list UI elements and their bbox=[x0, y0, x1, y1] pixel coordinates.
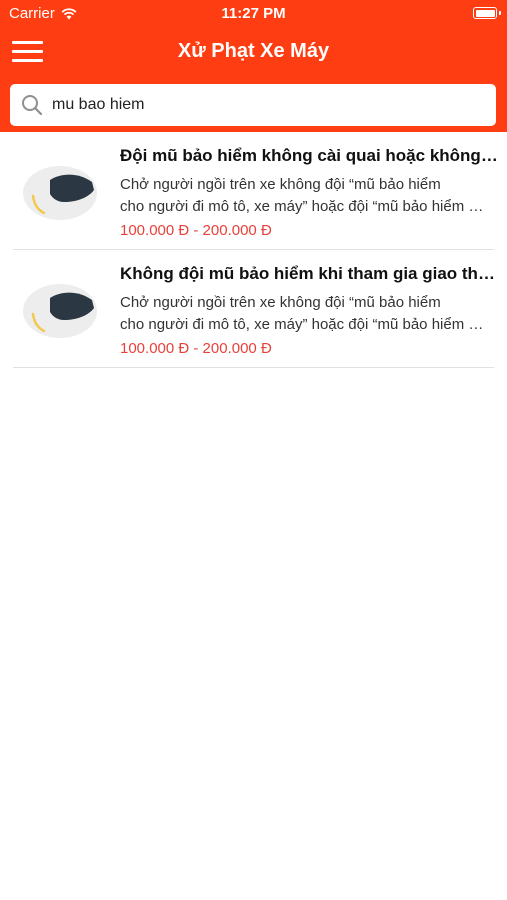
item-description-line: cho người đi mô tô, xe máy” hoặc đội “mũ… bbox=[120, 316, 490, 333]
results-list: Đội mũ bảo hiểm không cài quai hoặc khôn… bbox=[0, 132, 507, 368]
helmet-icon bbox=[23, 166, 97, 220]
status-time: 11:27 PM bbox=[221, 5, 286, 22]
item-price: 100.000 Đ - 200.000 Đ bbox=[120, 222, 272, 239]
item-description-line: Chở người ngồi trên xe không đội “mũ bảo… bbox=[120, 176, 441, 193]
item-price: 100.000 Đ - 200.000 Đ bbox=[120, 340, 272, 357]
item-description: Chở người ngồi trên xe không đội “mũ bảo… bbox=[120, 292, 490, 336]
item-title: Không đội mũ bảo hiểm khi tham gia giao … bbox=[120, 264, 500, 283]
list-item[interactable]: Đội mũ bảo hiểm không cài quai hoặc khôn… bbox=[0, 132, 507, 250]
navigation-bar: Xử Phạt Xe Máy bbox=[0, 28, 507, 78]
search-bar bbox=[0, 78, 507, 132]
search-icon bbox=[22, 95, 43, 116]
page-title: Xử Phạt Xe Máy bbox=[177, 40, 330, 62]
search-input[interactable] bbox=[52, 84, 482, 126]
item-title: Đội mũ bảo hiểm không cài quai hoặc khôn… bbox=[120, 146, 500, 165]
item-description-line: Chở người ngồi trên xe không đội “mũ bảo… bbox=[120, 294, 441, 311]
search-box[interactable] bbox=[10, 84, 496, 126]
item-description: Chở người ngồi trên xe không đội “mũ bảo… bbox=[120, 174, 490, 218]
helmet-icon bbox=[23, 284, 97, 338]
status-bar: Carrier 11:27 PM bbox=[0, 0, 507, 28]
list-item[interactable]: Không đội mũ bảo hiểm khi tham gia giao … bbox=[0, 250, 507, 368]
battery-icon bbox=[473, 7, 501, 19]
item-description-line: cho người đi mô tô, xe máy” hoặc đội “mũ… bbox=[120, 198, 490, 215]
divider bbox=[13, 367, 494, 368]
